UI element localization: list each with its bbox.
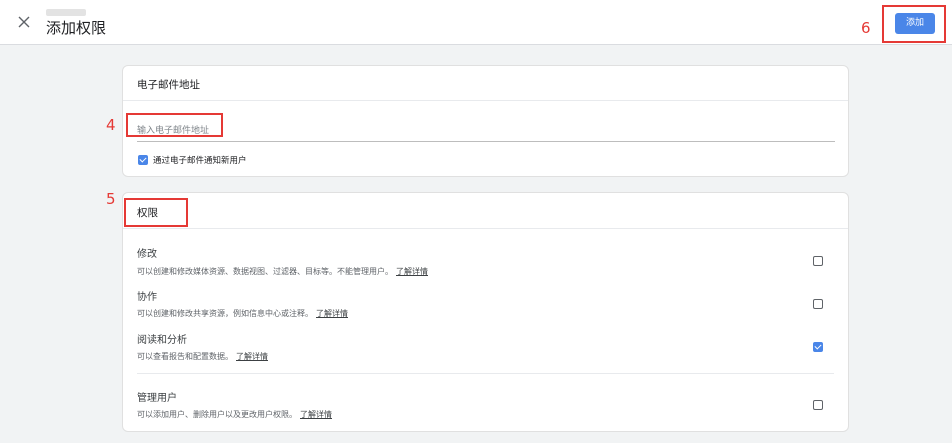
divider — [123, 100, 848, 101]
notify-label: 通过电子邮件通知新用户 — [153, 156, 247, 166]
annotation-number: 5 — [106, 190, 116, 208]
permission-name: 协作 — [137, 292, 157, 303]
permission-checkbox-collaborate[interactable] — [813, 299, 823, 309]
permission-desc: 可以创建和修改媒体资源、数据视图、过滤器、目标等。不能管理用户。 了解详情 — [137, 266, 428, 277]
permission-name: 管理用户 — [137, 393, 177, 404]
permission-desc-text: 可以创建和修改共享资源，例如信息中心或注释。 — [137, 309, 313, 318]
permission-checkbox-read-analyze[interactable] — [813, 342, 823, 352]
permission-desc: 可以查看报告和配置数据。 了解详情 — [137, 351, 268, 362]
divider — [137, 373, 834, 374]
learn-more-link[interactable]: 了解详情 — [396, 267, 428, 276]
permission-desc: 可以创建和修改共享资源，例如信息中心或注释。 了解详情 — [137, 308, 348, 319]
top-bar: 添加权限 — [0, 0, 952, 45]
learn-more-link[interactable]: 了解详情 — [316, 309, 348, 318]
permission-name: 修改 — [137, 249, 157, 260]
email-input[interactable] — [137, 121, 835, 142]
annotation-number: 6 — [861, 19, 871, 37]
page-title: 添加权限 — [46, 19, 107, 37]
learn-more-link[interactable]: 了解详情 — [300, 410, 332, 419]
permission-desc-text: 可以创建和修改媒体资源、数据视图、过滤器、目标等。不能管理用户。 — [137, 267, 393, 276]
annotation-box — [126, 113, 223, 137]
learn-more-link[interactable]: 了解详情 — [236, 352, 268, 361]
permission-desc-text: 可以添加用户、删除用户以及更改用户权限。 — [137, 410, 297, 419]
annotation-box — [124, 198, 188, 227]
permission-name: 阅读和分析 — [137, 335, 187, 346]
email-card: 电子邮件地址 通过电子邮件通知新用户 — [122, 65, 849, 177]
close-icon[interactable] — [17, 15, 31, 29]
notify-checkbox[interactable] — [138, 155, 148, 165]
permission-checkbox-modify[interactable] — [813, 256, 823, 266]
permissions-card: 权限 修改 可以创建和修改媒体资源、数据视图、过滤器、目标等。不能管理用户。 了解… — [122, 192, 849, 432]
permission-checkbox-manage-users[interactable] — [813, 400, 823, 410]
add-button[interactable]: 添加 — [895, 13, 935, 34]
annotation-number: 4 — [106, 116, 116, 134]
divider — [123, 228, 848, 229]
permission-desc: 可以添加用户、删除用户以及更改用户权限。 了解详情 — [137, 409, 332, 420]
email-section-title: 电子邮件地址 — [137, 79, 200, 91]
permission-desc-text: 可以查看报告和配置数据。 — [137, 352, 233, 361]
redacted-text — [46, 9, 86, 16]
